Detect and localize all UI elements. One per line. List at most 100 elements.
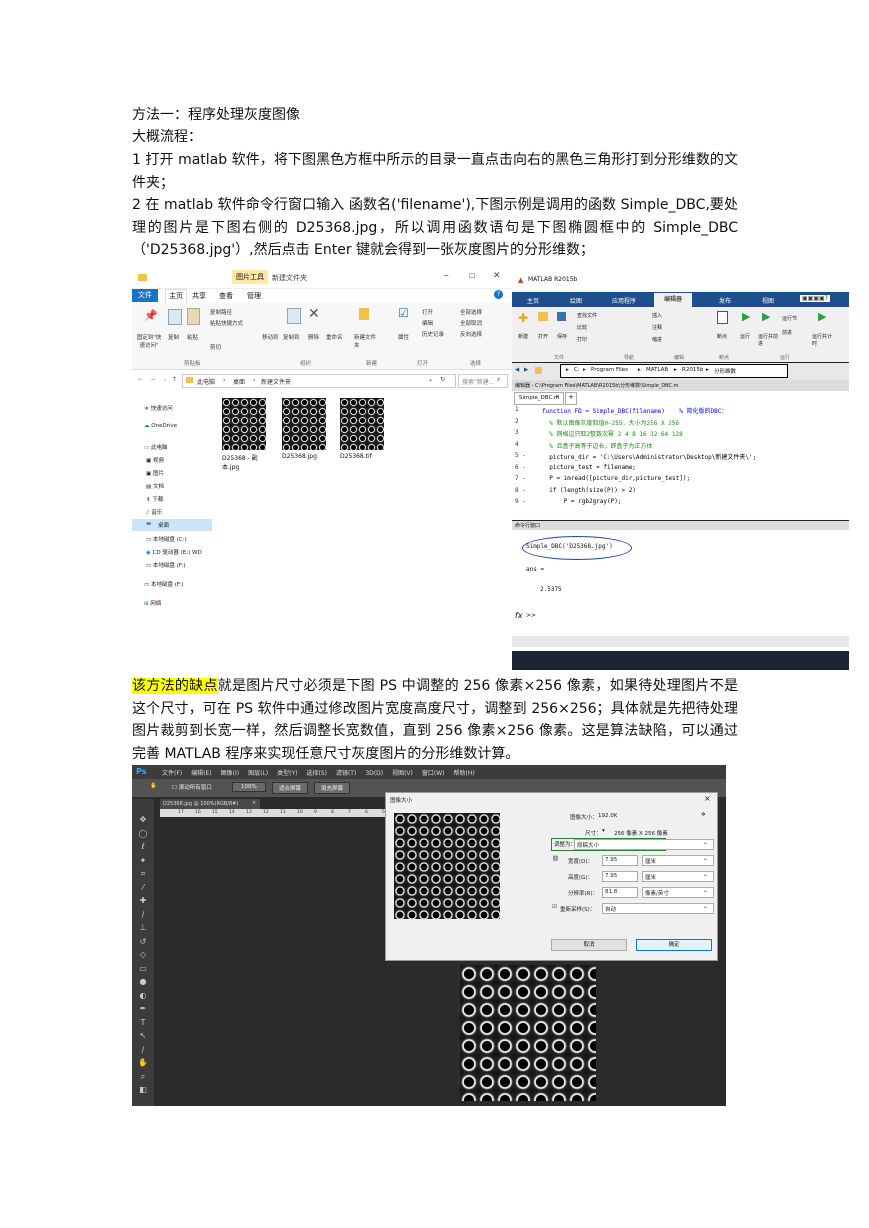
btn-new[interactable]: 新建 — [518, 333, 528, 340]
btn-copy-to[interactable]: 复制到 — [283, 333, 300, 341]
nav-videos[interactable]: ▣ 视频 — [146, 456, 164, 464]
btn-paste[interactable]: 粘贴 — [187, 333, 198, 341]
close-icon[interactable]: × — [555, 394, 560, 400]
current-folder-path[interactable]: ▸ C: ▸ Program Files ▸ MATLAB ▸ R2015b ▸… — [560, 364, 788, 378]
ps-document-tab[interactable]: D25368.jpg @ 100%(RGB/8#) × — [160, 799, 260, 809]
crop-tool-icon[interactable]: ⌗ — [132, 867, 154, 881]
zoom-tool-icon[interactable]: ⌕ — [132, 1070, 154, 1084]
btn-run-advance[interactable]: 运行并前进 — [758, 333, 778, 347]
tab-publish[interactable]: 发布 — [719, 296, 731, 305]
ps-menu-item[interactable]: 图像(I) — [221, 770, 239, 777]
btn-run[interactable]: 运行 — [740, 333, 750, 340]
fit-select[interactable]: 原稿大小 ⌄ — [574, 839, 714, 850]
resample-select[interactable]: 自动 ⌄ — [602, 903, 714, 914]
ps-menu-item[interactable]: 视图(V) — [392, 770, 413, 777]
height-input[interactable]: 7.95 — [602, 871, 638, 882]
forward-icon[interactable]: ▶ — [524, 367, 528, 373]
ps-menu-item[interactable]: 窗口(W) — [422, 770, 445, 777]
ps-menu-item[interactable]: 文件(F) — [162, 770, 182, 777]
ps-menu-item[interactable]: 帮助(H) — [454, 770, 475, 777]
btn-rename[interactable]: 重命名 — [326, 333, 343, 341]
resample-checkbox[interactable]: ☑ — [552, 904, 557, 910]
ok-button[interactable]: 确定 — [636, 939, 712, 951]
tab-share[interactable]: 共享 — [192, 291, 206, 301]
fit-screen-button[interactable]: 适合屏幕 — [272, 782, 309, 794]
tab-home[interactable]: 主页 — [527, 296, 539, 305]
eyedropper-icon[interactable]: ⁄ — [132, 881, 154, 895]
nav-pictures[interactable]: ▣ 图片 — [146, 469, 164, 477]
ps-menu-item[interactable]: 图层(L) — [248, 770, 268, 777]
btn-properties[interactable]: 属性 — [398, 333, 409, 341]
btn-copy[interactable]: 复制 — [168, 333, 179, 341]
maximize-icon[interactable]: ☐ — [469, 272, 475, 280]
nav-documents[interactable]: ▤ 文档 — [146, 482, 164, 490]
btn-save[interactable]: 保存 — [557, 333, 567, 340]
link-icon[interactable]: ⛓ — [552, 856, 559, 862]
path-select-icon[interactable]: ↖ — [132, 1029, 154, 1043]
path-program-files[interactable]: Program Files — [591, 367, 628, 373]
path-matlab[interactable]: MATLAB — [646, 367, 668, 373]
history-brush-icon[interactable]: ↺ — [132, 935, 154, 949]
close-icon[interactable]: × — [252, 800, 256, 806]
btn-invert-selection[interactable]: 反向选择 — [460, 330, 482, 338]
gradient-tool-icon[interactable]: ▭ — [132, 962, 154, 976]
fill-screen-button[interactable]: 填充屏幕 — [314, 782, 351, 794]
ps-menu-item[interactable]: 类型(Y) — [277, 770, 297, 777]
nav-music[interactable]: ♪ 音乐 — [146, 508, 162, 516]
btn-cut[interactable]: 剪切 — [210, 343, 221, 351]
tab-apps[interactable]: 应用程序 — [612, 296, 636, 305]
path-r2015b[interactable]: R2015b — [682, 367, 703, 373]
tab-view[interactable]: 查看 — [219, 291, 233, 301]
btn-history[interactable]: 历史记录 — [422, 330, 444, 338]
btn-advance[interactable]: 前进 — [782, 329, 792, 336]
quick-access-icons[interactable]: ▣▣▣▣? — [800, 295, 830, 302]
nav-downloads[interactable]: ⬇ 下载 — [146, 495, 163, 503]
help-icon[interactable]: ? — [494, 290, 503, 299]
nav-drive-f[interactable]: ▭ 本地磁盘 (F:) — [146, 561, 186, 569]
btn-new-folder[interactable]: 新建文件夹 — [354, 333, 376, 349]
up-icon[interactable]: ↑ — [172, 376, 177, 383]
brush-tool-icon[interactable]: ∕ — [132, 908, 154, 922]
color-swatch-icon[interactable]: ◧ — [132, 1083, 154, 1097]
btn-run-section[interactable]: 运行节 — [782, 315, 797, 322]
forward-icon[interactable]: → — [150, 376, 155, 383]
tab-view[interactable]: 视图 — [762, 296, 774, 305]
nav-quick-access[interactable]: ★ 快速访问 — [144, 404, 173, 412]
chevron-down-icon[interactable]: ⌄ — [428, 376, 433, 383]
tab-manage[interactable]: 管理 — [247, 291, 261, 301]
resolution-input[interactable]: 81.8 — [602, 887, 638, 898]
pen-tool-icon[interactable]: ✒ — [132, 1002, 154, 1016]
ps-menu-item[interactable]: 3D(D) — [365, 770, 383, 777]
text-tool-icon[interactable]: T — [132, 1016, 154, 1030]
btn-insert[interactable]: 插入 — [652, 312, 662, 319]
file-item[interactable]: D25368.jpg — [282, 398, 332, 460]
width-unit-select[interactable]: 厘米 ⌄ — [642, 855, 714, 866]
cancel-button[interactable]: 取消 — [551, 939, 627, 951]
address-bar[interactable]: 此电脑 桌面 新建文件夹 › › ⌄ ↻ — [182, 374, 456, 388]
back-icon[interactable]: ◀ — [515, 367, 519, 373]
tab-editor[interactable]: 编辑器 — [654, 293, 692, 307]
hand-tool-icon[interactable]: ✋ — [132, 1056, 154, 1070]
ps-menu-item[interactable]: 滤镜(T) — [336, 770, 356, 777]
btn-edit[interactable]: 编辑 — [422, 319, 433, 327]
path-c[interactable]: C: — [574, 367, 580, 373]
tab-plots[interactable]: 绘图 — [570, 296, 582, 305]
lasso-tool-icon[interactable]: ℓ — [132, 840, 154, 854]
marquee-tool-icon[interactable]: ◯ — [132, 827, 154, 841]
close-icon[interactable]: ✕ — [493, 271, 501, 281]
nav-drive-f-2[interactable]: ▭ 本地磁盘 (F:) — [144, 580, 184, 588]
btn-copy-path[interactable]: 复制路径 — [210, 308, 232, 316]
btn-select-all[interactable]: 全部选择 — [460, 308, 482, 316]
search-input[interactable]: 搜索"新建... ⌕ — [458, 374, 508, 388]
breadcrumb-desktop[interactable]: 桌面 — [233, 377, 245, 386]
nav-desktop[interactable]: ▬ 桌面 — [132, 519, 212, 531]
refresh-icon[interactable]: ↻ — [440, 376, 445, 383]
path-fractal[interactable]: 分形维数 — [714, 367, 736, 375]
resolution-unit-select[interactable]: 像素/英寸 ⌄ — [642, 887, 714, 898]
btn-find-files[interactable]: 查找文件 — [577, 312, 597, 319]
tab-home[interactable]: 主页 — [165, 289, 187, 303]
nav-drive-e[interactable]: ◉ CD 驱动器 (E:) WD — [146, 548, 202, 556]
close-icon[interactable]: × — [704, 794, 711, 803]
ps-menu-item[interactable]: 选择(S) — [306, 770, 327, 777]
dodge-tool-icon[interactable]: ◐ — [132, 989, 154, 1003]
